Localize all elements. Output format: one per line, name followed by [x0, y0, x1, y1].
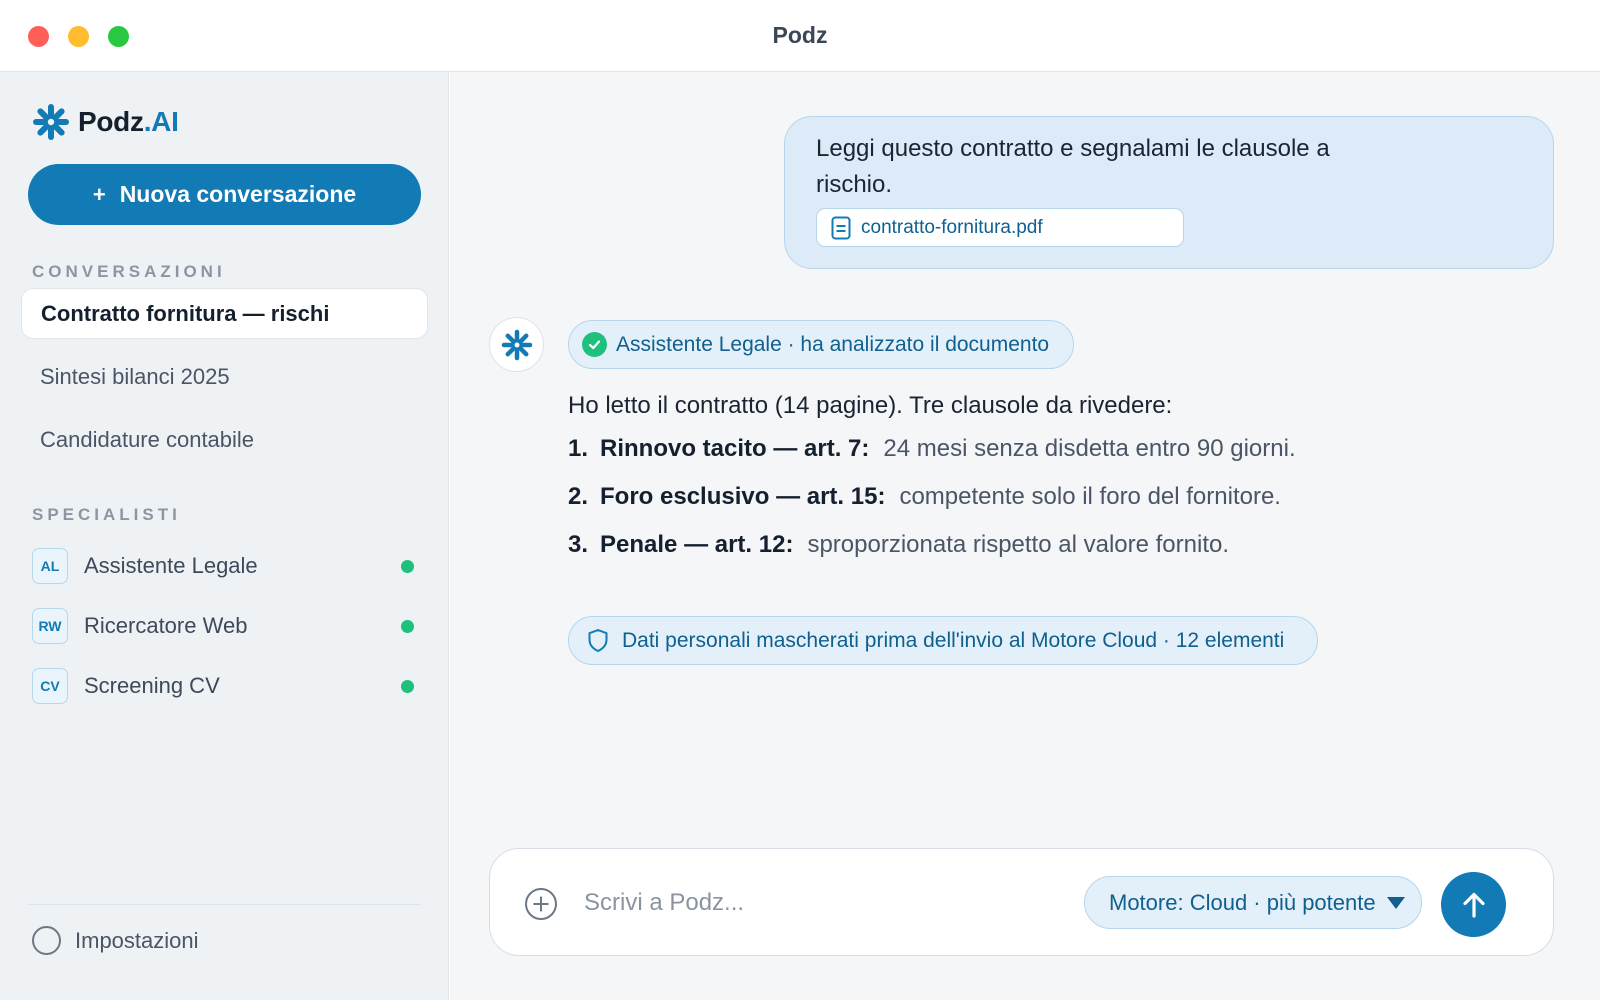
conversation-item-candidature-contabile[interactable]: Candidature contabile — [21, 414, 428, 465]
online-status-dot — [401, 679, 414, 693]
clause-description: 24 mesi senza disdetta entro 90 giorni. — [883, 435, 1296, 462]
send-button[interactable] — [1441, 872, 1506, 937]
privacy-notice-pill[interactable]: Dati personali mascherati prima dell'inv… — [568, 616, 1319, 665]
shield-icon — [588, 629, 608, 652]
specialist-label: Screening CV — [84, 673, 220, 698]
window-title: Podz — [772, 22, 828, 48]
clause-item: 2. Foro esclusivo — art. 15: competente … — [568, 483, 1281, 511]
assistant-reply-intro: Ho letto il contratto (14 pagine). Tre c… — [568, 392, 1173, 419]
message-input[interactable] — [584, 883, 1034, 923]
clause-description: sproporzionata rispetto al valore fornit… — [807, 531, 1229, 558]
specialist-label: Ricercatore Web — [84, 613, 248, 638]
arrow-up-icon — [1462, 892, 1485, 918]
settings-button[interactable]: Impostazioni — [32, 926, 199, 955]
specialist-badge: AL — [32, 548, 68, 584]
title-bar: Podz — [0, 0, 1600, 72]
assistant-status-text: Assistente Legale · ha analizzato il doc… — [616, 332, 1050, 356]
clause-number: 3. — [568, 531, 589, 558]
clause-title: Penale — art. 12: — [600, 531, 794, 558]
specialists-heading: SPECIALISTI — [32, 505, 181, 524]
sidebar-divider — [28, 904, 421, 905]
check-circle-icon — [582, 332, 607, 357]
sidebar: Podz.AI + Nuova conversazione CONVERSAZI… — [0, 72, 449, 1000]
plus-icon: + — [92, 181, 106, 207]
clause-title: Foro esclusivo — art. 15: — [600, 483, 886, 510]
assistant-status-pill: Assistente Legale · ha analizzato il doc… — [568, 320, 1075, 369]
settings-label: Impostazioni — [75, 927, 199, 953]
conversation-item-sintesi-bilanci[interactable]: Sintesi bilanci 2025 — [21, 351, 428, 402]
conversation-item-contratto-fornitura[interactable]: Contratto fornitura — rischi — [21, 288, 428, 339]
specialist-badge: RW — [32, 608, 68, 644]
clause-title: Rinnovo tacito — art. 7: — [600, 435, 870, 462]
online-status-dot — [401, 619, 414, 633]
specialist-label: Assistente Legale — [84, 553, 258, 578]
clause-number: 2. — [568, 483, 589, 510]
privacy-notice-text: Dati personali mascherati prima dell'inv… — [622, 628, 1285, 652]
document-icon — [831, 216, 851, 239]
specialist-ricercatore-web[interactable]: RW Ricercatore Web — [32, 606, 422, 646]
online-status-dot — [401, 559, 414, 573]
caret-down-icon — [1387, 896, 1405, 909]
asterisk-avatar-icon — [501, 329, 532, 360]
asterisk-logo-icon — [33, 104, 69, 140]
new-conversation-label: Nuova conversazione — [119, 181, 357, 207]
clause-description: competente solo il foro del fornitore. — [899, 483, 1281, 510]
new-conversation-button[interactable]: + Nuova conversazione — [28, 164, 421, 225]
user-message-bubble: Leggi questo contratto e segnalami le cl… — [784, 116, 1554, 269]
user-message-text: Leggi questo contratto e segnalami le cl… — [816, 135, 1330, 198]
plus-circle-icon[interactable] — [524, 887, 558, 921]
logo-name: Podz — [78, 106, 144, 137]
conversation-label: Contratto fornitura — rischi — [41, 300, 330, 326]
clause-item: 3. Penale — art. 12: sproporzionata risp… — [568, 531, 1229, 559]
engine-label: Motore: Cloud · più potente — [1109, 889, 1376, 915]
chat-area: Leggi questo contratto e segnalami le cl… — [450, 72, 1600, 1000]
engine-selector[interactable]: Motore: Cloud · più potente — [1084, 876, 1422, 929]
conversations-heading: CONVERSAZIONI — [32, 262, 226, 281]
attachment-chip[interactable]: contratto-fornitura.pdf — [816, 208, 1184, 247]
app-logo: Podz.AI — [30, 100, 179, 144]
specialist-badge: CV — [32, 668, 68, 704]
conversation-label: Sintesi bilanci 2025 — [40, 363, 230, 389]
specialist-screening-cv[interactable]: CV Screening CV — [32, 666, 422, 706]
clause-item: 1. Rinnovo tacito — art. 7: 24 mesi senz… — [568, 435, 1296, 463]
conversation-label: Candidature contabile — [40, 426, 255, 452]
message-composer: Motore: Cloud · più potente — [489, 848, 1554, 956]
logo-accent: .AI — [143, 106, 179, 137]
logo-text: Podz.AI — [78, 106, 179, 138]
specialist-assistente-legale[interactable]: AL Assistente Legale — [32, 546, 422, 586]
assistant-avatar — [489, 317, 544, 372]
settings-circle-icon — [32, 926, 61, 955]
clause-number: 1. — [568, 435, 589, 462]
attachment-filename: contratto-fornitura.pdf — [861, 216, 1043, 238]
